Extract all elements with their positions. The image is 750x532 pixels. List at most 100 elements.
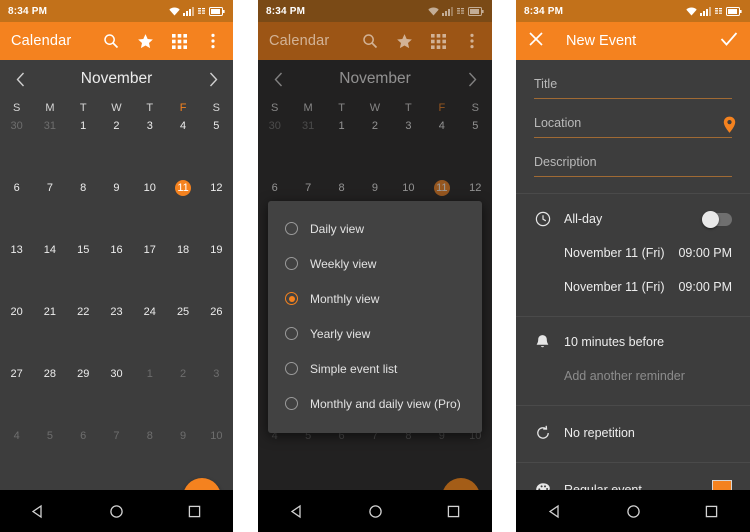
calendar-day-cell[interactable]: 2 [166, 362, 199, 424]
calendar-day-cell[interactable]: 30 [0, 114, 33, 176]
calendar-day-cell[interactable]: 15 [67, 238, 100, 300]
grid-icon[interactable] [170, 32, 188, 50]
reminder-row[interactable]: 10 minutes before [516, 325, 750, 359]
add-reminder-row[interactable]: Add another reminder [516, 359, 750, 393]
recents-square-icon[interactable] [704, 504, 719, 519]
view-option-row[interactable]: Weekly view [268, 246, 482, 281]
calendar-day-cell[interactable]: 5 [291, 424, 324, 486]
all-day-row[interactable]: All-day [516, 202, 750, 236]
calendar-day-cell[interactable]: 4 [166, 114, 199, 176]
calendar-day-cell[interactable]: 20 [0, 300, 33, 362]
start-time[interactable]: 09:00 PM [678, 246, 732, 260]
calendar-day-cell[interactable]: 21 [33, 300, 66, 362]
home-circle-icon[interactable] [626, 504, 641, 519]
radio-button-icon[interactable] [285, 257, 298, 270]
calendar-day-cell[interactable]: 24 [133, 300, 166, 362]
calendar-day-cell[interactable]: 10 [133, 176, 166, 238]
calendar-day-cell[interactable]: 4 [0, 424, 33, 486]
recents-square-icon[interactable] [187, 504, 202, 519]
end-time[interactable]: 09:00 PM [678, 280, 732, 294]
location-field[interactable]: Location [534, 99, 736, 138]
calendar-day-cell[interactable]: 31 [291, 114, 324, 176]
calendar-day-cell[interactable]: 4 [258, 424, 291, 486]
calendar-day-cell[interactable]: 25 [166, 300, 199, 362]
calendar-day-cell[interactable]: 31 [33, 114, 66, 176]
calendar-day-cell[interactable]: 29 [67, 362, 100, 424]
calendar-day-cell[interactable]: 10 [459, 424, 492, 486]
view-option-row[interactable]: Monthly and daily view (Pro) [268, 386, 482, 421]
calendar-day-cell[interactable]: 27 [0, 362, 33, 424]
calendar-day-cell[interactable]: 3 [133, 114, 166, 176]
description-field[interactable]: Description [534, 138, 732, 177]
start-datetime-row[interactable]: November 11 (Fri) 09:00 PM [516, 236, 750, 270]
view-option-row[interactable]: Monthly view [268, 281, 482, 316]
calendar-day-cell[interactable]: 5 [200, 114, 233, 176]
calendar-day-cell[interactable]: 8 [67, 176, 100, 238]
calendar-day-cell[interactable]: 12 [200, 176, 233, 238]
calendar-day-cell[interactable]: 5 [459, 114, 492, 176]
calendar-day-cell[interactable]: 2 [358, 114, 391, 176]
calendar-day-cell[interactable]: 8 [392, 424, 425, 486]
calendar-day-cell[interactable]: 18 [166, 238, 199, 300]
end-datetime-row[interactable]: November 11 (Fri) 09:00 PM [516, 270, 750, 304]
calendar-day-cell[interactable]: 26 [200, 300, 233, 362]
back-triangle-icon[interactable] [31, 504, 46, 519]
all-day-toggle[interactable] [702, 210, 732, 228]
check-icon[interactable] [720, 31, 738, 52]
back-triangle-icon[interactable] [548, 504, 563, 519]
calendar-day-cell[interactable]: 5 [33, 424, 66, 486]
calendar-day-cell[interactable]: 16 [100, 238, 133, 300]
calendar-day-cell[interactable]: 28 [33, 362, 66, 424]
next-month-icon[interactable] [203, 69, 223, 89]
previous-month-icon[interactable] [10, 69, 30, 89]
view-option-row[interactable]: Yearly view [268, 316, 482, 351]
view-option-row[interactable]: Simple event list [268, 351, 482, 386]
calendar-day-cell[interactable]: 22 [67, 300, 100, 362]
calendar-day-cell[interactable]: 7 [33, 176, 66, 238]
overflow-menu-icon[interactable] [204, 32, 222, 50]
calendar-day-cell[interactable]: 9 [166, 424, 199, 486]
calendar-day-cell[interactable]: 2 [100, 114, 133, 176]
radio-button-icon[interactable] [285, 327, 298, 340]
close-icon[interactable] [528, 31, 544, 52]
home-circle-icon[interactable] [368, 504, 383, 519]
calendar-day-cell[interactable]: 1 [325, 114, 358, 176]
calendar-day-cell[interactable]: 4 [425, 114, 458, 176]
calendar-day-cell[interactable]: 11 [166, 176, 199, 238]
home-circle-icon[interactable] [109, 504, 124, 519]
calendar-day-cell[interactable]: 1 [133, 362, 166, 424]
calendar-day-cell[interactable]: 19 [200, 238, 233, 300]
calendar-day-cell[interactable]: 10 [200, 424, 233, 486]
calendar-day-cell[interactable]: 6 [0, 176, 33, 238]
calendar-day-cell[interactable]: 14 [33, 238, 66, 300]
star-icon[interactable] [136, 32, 154, 50]
calendar-day-cell[interactable]: 13 [0, 238, 33, 300]
calendar-day-cell[interactable]: 17 [133, 238, 166, 300]
radio-button-icon[interactable] [285, 362, 298, 375]
calendar-day-cell[interactable]: 9 [100, 176, 133, 238]
radio-button-icon[interactable] [285, 222, 298, 235]
calendar-day-cell[interactable]: 8 [133, 424, 166, 486]
calendar-day-cell[interactable]: 3 [200, 362, 233, 424]
radio-button-icon[interactable] [285, 292, 298, 305]
location-pin-icon[interactable] [723, 116, 736, 134]
calendar-day-cell[interactable]: 6 [325, 424, 358, 486]
calendar-day-cell[interactable]: 23 [100, 300, 133, 362]
end-date[interactable]: November 11 (Fri) [564, 280, 664, 294]
calendar-day-cell[interactable]: 30 [100, 362, 133, 424]
radio-button-icon[interactable] [285, 397, 298, 410]
calendar-day-cell[interactable]: 1 [67, 114, 100, 176]
calendar-day-cell[interactable]: 6 [67, 424, 100, 486]
view-option-row[interactable]: Daily view [268, 211, 482, 246]
title-field[interactable]: Title [534, 60, 732, 99]
recents-square-icon[interactable] [446, 504, 461, 519]
calendar-day-cell[interactable]: 3 [392, 114, 425, 176]
calendar-day-cell[interactable]: 7 [358, 424, 391, 486]
calendar-day-cell[interactable]: 9 [425, 424, 458, 486]
calendar-day-cell[interactable]: 7 [100, 424, 133, 486]
start-date[interactable]: November 11 (Fri) [564, 246, 664, 260]
repetition-row[interactable]: No repetition [516, 416, 750, 450]
calendar-day-cell[interactable]: 30 [258, 114, 291, 176]
back-triangle-icon[interactable] [290, 504, 305, 519]
search-icon[interactable] [102, 32, 120, 50]
